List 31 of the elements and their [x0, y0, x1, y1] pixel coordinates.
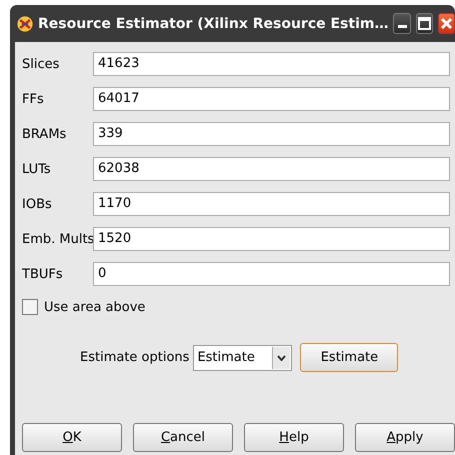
- close-button[interactable]: [438, 13, 455, 34]
- close-icon: [440, 17, 453, 30]
- input-field[interactable]: 1170: [93, 192, 450, 216]
- input-field[interactable]: 62038: [93, 157, 450, 181]
- input-field[interactable]: 339: [93, 122, 450, 146]
- chevron-down-icon: [277, 354, 286, 360]
- dialog-button[interactable]: OK: [22, 423, 122, 452]
- field-label: BRAMs: [22, 126, 68, 142]
- dialog-button[interactable]: Cancel: [133, 423, 233, 452]
- estimate-options-dropdown[interactable]: Estimate: [193, 344, 292, 370]
- input-field[interactable]: 1520: [93, 227, 450, 251]
- field-label: Slices: [22, 56, 60, 72]
- window-title: Resource Estimator (Xilinx Resource Estim…: [38, 16, 388, 32]
- field-label: TBUFs: [22, 266, 64, 282]
- input-field[interactable]: 41623: [93, 52, 450, 76]
- input-field[interactable]: 64017: [93, 87, 450, 111]
- maximize-icon: [418, 17, 431, 30]
- maximize-button[interactable]: [416, 13, 433, 34]
- estimate-button[interactable]: Estimate: [300, 343, 398, 372]
- checkbox[interactable]: [22, 299, 38, 315]
- field-label: LUTs: [22, 162, 52, 176]
- minimize-button[interactable]: [393, 13, 411, 34]
- estimate-options-label: Estimate options: [80, 350, 190, 365]
- field-label: Emb. Mults: [22, 232, 93, 246]
- dialog-button[interactable]: Help: [244, 423, 344, 452]
- checkbox-label: Use area above: [44, 300, 146, 314]
- app-logo-icon: [17, 14, 33, 34]
- field-label: FFs: [22, 92, 45, 106]
- input-field[interactable]: 0: [93, 262, 450, 286]
- dialog-button[interactable]: Apply: [355, 423, 455, 452]
- field-label: IOBs: [22, 196, 53, 212]
